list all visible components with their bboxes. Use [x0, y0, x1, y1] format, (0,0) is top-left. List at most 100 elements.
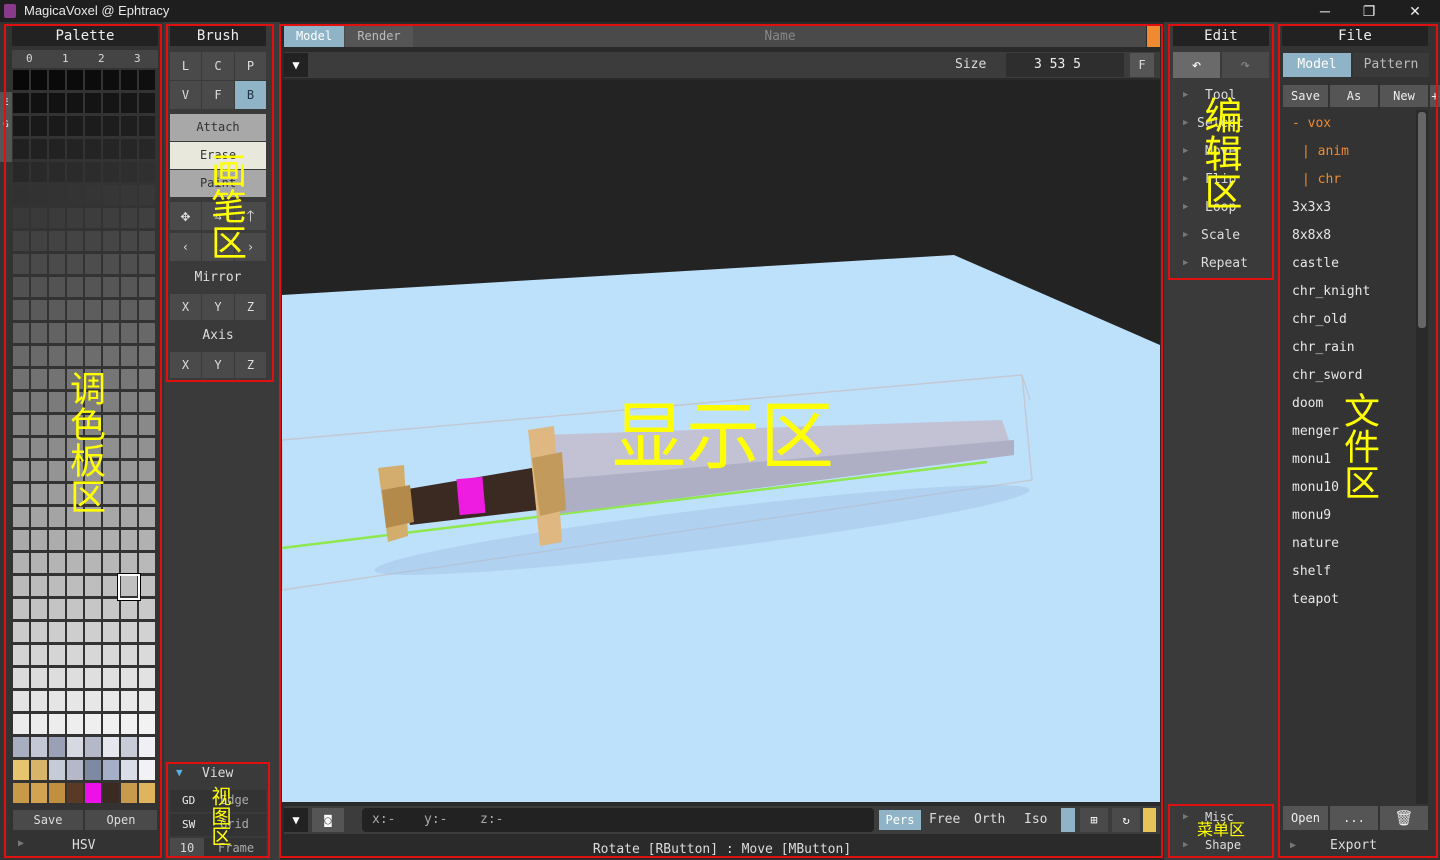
file-list-item[interactable]: 3x3x3	[1292, 200, 1331, 215]
mirror-y-button[interactable]: Y	[202, 294, 234, 320]
file-tab-model[interactable]: Model	[1283, 53, 1351, 77]
palette-swatch[interactable]	[13, 139, 29, 159]
file-list-item[interactable]: chr_knight	[1292, 284, 1370, 299]
palette-swatch[interactable]	[13, 185, 29, 205]
palette-swatch[interactable]	[103, 231, 119, 251]
flip-icon[interactable]: ⇆	[202, 202, 234, 230]
palette-swatch[interactable]	[121, 323, 137, 343]
palette-swatch[interactable]	[67, 507, 83, 527]
palette-swatch[interactable]	[121, 277, 137, 297]
palette-swatch[interactable]	[13, 93, 29, 113]
minimize-button[interactable]: ─	[1302, 0, 1348, 22]
palette-swatch[interactable]	[31, 116, 47, 136]
palette-swatch[interactable]	[67, 438, 83, 458]
palette-swatch[interactable]	[103, 415, 119, 435]
palette-swatch[interactable]	[103, 392, 119, 412]
view-frame-value[interactable]: 10	[170, 838, 204, 858]
palette-swatch[interactable]	[31, 70, 47, 90]
palette-swatch[interactable]	[139, 93, 155, 113]
projection-free-button[interactable]: Free	[929, 812, 960, 827]
palette-swatch[interactable]	[85, 530, 101, 550]
palette-tab-1[interactable]: 1	[62, 52, 69, 65]
view-row-frame[interactable]: 10 Frame	[170, 838, 266, 858]
palette-swatch[interactable]	[103, 346, 119, 366]
view-options-dropdown-icon[interactable]: ▼	[284, 808, 308, 832]
file-list-item[interactable]: 8x8x8	[1292, 228, 1331, 243]
palette-swatch[interactable]	[31, 162, 47, 182]
palette-swatch[interactable]	[103, 461, 119, 481]
palette-selected-swatch[interactable]	[117, 573, 141, 601]
edit-item-tool[interactable]: ▶ Tool	[1173, 88, 1269, 103]
brush-center-cell[interactable]	[202, 233, 234, 261]
palette-swatch[interactable]	[31, 438, 47, 458]
palette-swatch[interactable]	[13, 645, 29, 665]
palette-swatch[interactable]	[85, 300, 101, 320]
palette-swatch[interactable]	[103, 760, 119, 780]
palette-swatch[interactable]	[139, 668, 155, 688]
palette-swatch[interactable]	[67, 392, 83, 412]
reset-rotation-icon[interactable]: ↻	[1112, 808, 1140, 832]
palette-swatch[interactable]	[49, 93, 65, 113]
palette-swatch[interactable]	[67, 139, 83, 159]
brush-v-button[interactable]: V	[170, 81, 201, 109]
palette-swatch[interactable]	[49, 185, 65, 205]
palette-swatch[interactable]	[67, 369, 83, 389]
palette-swatch[interactable]	[85, 162, 101, 182]
size-input[interactable]: 3 53 5	[1006, 53, 1124, 77]
palette-tab-2[interactable]: 2	[98, 52, 105, 65]
file-list-item[interactable]: shelf	[1292, 564, 1331, 579]
palette-color-grid[interactable]	[13, 70, 159, 806]
file-list-item[interactable]: | chr	[1302, 172, 1341, 187]
palette-swatch[interactable]	[85, 116, 101, 136]
palette-swatch[interactable]	[67, 645, 83, 665]
file-list-item[interactable]: monu1	[1292, 452, 1331, 467]
brush-p-button[interactable]: P	[235, 52, 266, 80]
palette-swatch[interactable]	[13, 438, 29, 458]
hsv-toggle[interactable]: HSV	[72, 838, 95, 853]
close-button[interactable]: ✕	[1392, 0, 1438, 22]
tab-render[interactable]: Render	[345, 26, 413, 47]
palette-swatch[interactable]	[31, 507, 47, 527]
palette-swatch[interactable]	[31, 277, 47, 297]
camera-icon[interactable]: ◙	[312, 808, 344, 832]
palette-swatch[interactable]	[103, 277, 119, 297]
maximize-button[interactable]: ❐	[1346, 0, 1392, 22]
palette-swatch[interactable]	[31, 760, 47, 780]
arrow-up-icon[interactable]: 🡑	[235, 202, 266, 230]
palette-swatch[interactable]	[139, 277, 155, 297]
palette-swatch[interactable]	[121, 691, 137, 711]
palette-swatch[interactable]	[13, 530, 29, 550]
palette-swatch[interactable]	[103, 645, 119, 665]
redo-icon[interactable]: ↷	[1222, 52, 1269, 78]
palette-swatch[interactable]	[31, 668, 47, 688]
palette-swatch[interactable]	[121, 599, 137, 619]
palette-swatch[interactable]	[121, 392, 137, 412]
palette-swatch[interactable]	[103, 576, 119, 596]
palette-swatch[interactable]	[13, 484, 29, 504]
palette-swatch[interactable]	[121, 415, 137, 435]
view-collapse-icon[interactable]: ▼	[176, 766, 183, 779]
palette-swatch[interactable]	[49, 714, 65, 734]
file-tab-pattern[interactable]: Pattern	[1353, 53, 1429, 77]
palette-swatch[interactable]	[139, 300, 155, 320]
palette-swatch[interactable]	[103, 300, 119, 320]
palette-swatch[interactable]	[13, 392, 29, 412]
palette-swatch[interactable]	[49, 208, 65, 228]
palette-swatch[interactable]	[31, 530, 47, 550]
palette-swatch[interactable]	[67, 277, 83, 297]
palette-swatch[interactable]	[139, 415, 155, 435]
palette-swatch[interactable]	[85, 622, 101, 642]
misc-menu[interactable]: ▶ Misc	[1173, 810, 1269, 824]
palette-swatch[interactable]	[49, 530, 65, 550]
palette-swatch[interactable]	[139, 208, 155, 228]
palette-swatch[interactable]	[31, 622, 47, 642]
file-list-item[interactable]: doom	[1292, 396, 1323, 411]
palette-swatch[interactable]	[121, 438, 137, 458]
palette-swatch[interactable]	[67, 576, 83, 596]
palette-swatch[interactable]	[13, 599, 29, 619]
grid-layout-icon[interactable]: ⊞	[1080, 808, 1108, 832]
palette-swatch[interactable]	[49, 346, 65, 366]
background-color-swatch[interactable]	[1143, 808, 1156, 832]
palette-swatch[interactable]	[49, 576, 65, 596]
palette-swatch[interactable]	[13, 277, 29, 297]
